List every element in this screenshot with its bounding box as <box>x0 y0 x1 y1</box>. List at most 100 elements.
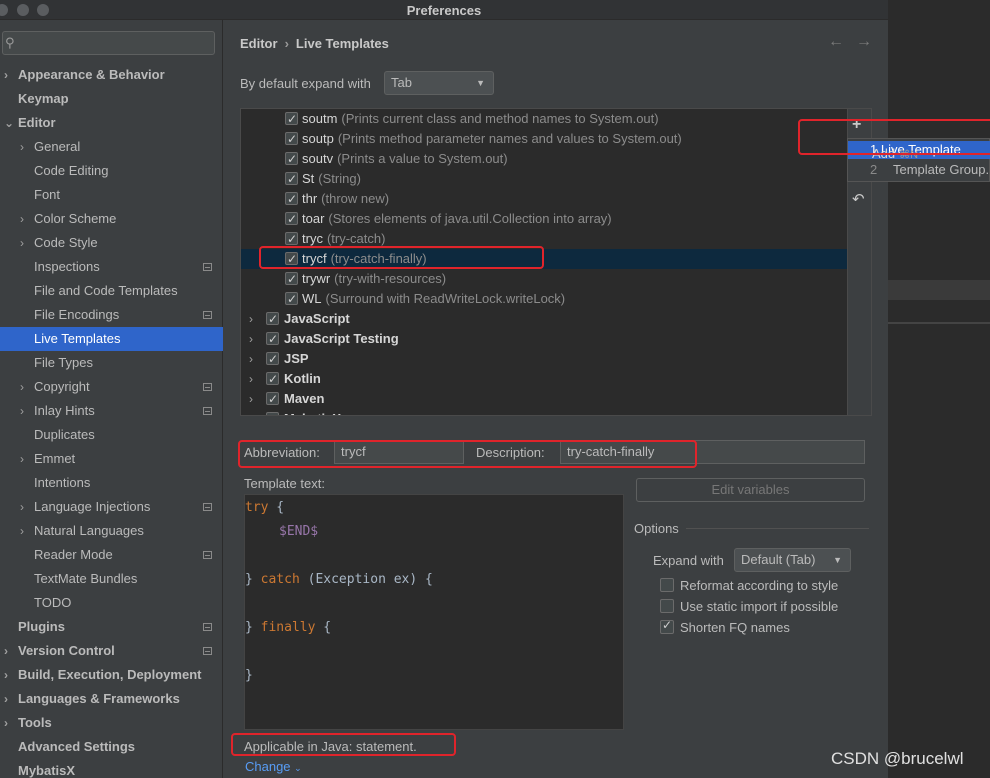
restore-defaults-icon[interactable]: ↶ <box>852 190 865 208</box>
sidebar-item[interactable]: › Copyright <box>0 375 223 399</box>
sidebar-item[interactable]: Live Templates <box>0 327 223 351</box>
sidebar-item[interactable]: File Types <box>0 351 223 375</box>
template-group-row[interactable]: › MybatisX <box>241 409 848 415</box>
template-checkbox[interactable] <box>285 269 298 289</box>
template-group-row[interactable]: › JavaScript <box>241 309 848 329</box>
template-checkbox[interactable] <box>285 209 298 229</box>
shorten-fq-checkbox[interactable] <box>660 618 674 634</box>
sidebar-item[interactable]: TODO <box>0 591 223 615</box>
template-checkbox[interactable] <box>266 349 279 369</box>
sidebar-item[interactable]: MybatisX <box>0 759 223 778</box>
chevron-right-icon[interactable]: › <box>20 135 24 159</box>
chevron-right-icon[interactable]: › <box>20 495 24 519</box>
sidebar-item[interactable]: ⌄ Editor <box>0 111 223 135</box>
template-group-row[interactable]: › Kotlin <box>241 369 848 389</box>
sidebar-item[interactable]: › Color Scheme <box>0 207 223 231</box>
chevron-right-icon[interactable]: › <box>249 389 253 409</box>
sidebar-item[interactable]: › Language Injections <box>0 495 223 519</box>
template-checkbox[interactable] <box>285 169 298 189</box>
sidebar-item[interactable]: Keymap <box>0 87 223 111</box>
sidebar-item[interactable]: File and Code Templates <box>0 279 223 303</box>
project-scope-icon <box>203 311 212 319</box>
sidebar-item[interactable]: Font <box>0 183 223 207</box>
template-group-row[interactable]: › JSP <box>241 349 848 369</box>
template-description: (try-with-resources) <box>334 271 447 286</box>
sidebar-item[interactable]: › Tools <box>0 711 223 735</box>
template-row[interactable]: soutm(Prints current class and method na… <box>241 109 848 129</box>
chevron-right-icon[interactable]: › <box>4 639 8 663</box>
template-row[interactable]: soutv(Prints a value to System.out) <box>241 149 848 169</box>
chevron-right-icon[interactable]: › <box>249 349 253 369</box>
chevron-right-icon[interactable]: › <box>20 207 24 231</box>
sidebar-item[interactable]: Plugins <box>0 615 223 639</box>
template-checkbox[interactable] <box>285 289 298 309</box>
sidebar-item[interactable]: Duplicates <box>0 423 223 447</box>
chevron-right-icon[interactable]: › <box>4 63 8 87</box>
template-checkbox[interactable] <box>266 389 279 409</box>
chevron-right-icon[interactable]: › <box>249 329 253 349</box>
project-scope-icon <box>203 503 212 511</box>
edit-variables-button[interactable]: Edit variables <box>636 478 865 502</box>
nav-back-forward[interactable]: ←→ <box>828 33 884 51</box>
template-row[interactable]: toar(Stores elements of java.util.Collec… <box>241 209 848 229</box>
sidebar-item[interactable]: › Emmet <box>0 447 223 471</box>
chevron-right-icon[interactable]: › <box>20 519 24 543</box>
template-row[interactable]: St(String) <box>241 169 848 189</box>
template-description: (Surround with ReadWriteLock.writeLock) <box>325 291 566 306</box>
template-group-row[interactable]: › JavaScript Testing <box>241 329 848 349</box>
chevron-right-icon[interactable]: › <box>20 399 24 423</box>
template-checkbox[interactable] <box>266 369 279 389</box>
template-name: soutv (Prints a value to System.out) <box>302 149 508 169</box>
sidebar-item-label: Inspections <box>34 259 100 274</box>
template-checkbox[interactable] <box>285 189 298 209</box>
chevron-down-icon[interactable]: ⌄ <box>4 111 14 135</box>
chevron-right-icon[interactable]: › <box>20 231 24 255</box>
template-checkbox[interactable] <box>285 129 298 149</box>
sidebar-item[interactable]: Advanced Settings <box>0 735 223 759</box>
chevron-right-icon[interactable]: › <box>20 447 24 471</box>
sidebar-item[interactable]: › Build, Execution, Deployment <box>0 663 223 687</box>
template-row[interactable]: thr(throw new) <box>241 189 848 209</box>
sidebar-item[interactable]: Reader Mode <box>0 543 223 567</box>
sidebar-item[interactable]: Intentions <box>0 471 223 495</box>
template-checkbox[interactable] <box>285 109 298 129</box>
template-group-row[interactable]: › Maven <box>241 389 848 409</box>
chevron-right-icon[interactable]: › <box>249 369 253 389</box>
template-checkbox[interactable] <box>285 229 298 249</box>
template-row[interactable]: soutp(Prints method parameter names and … <box>241 129 848 149</box>
expand-with-select[interactable]: Default (Tab) ▼ <box>734 548 851 572</box>
sidebar-item[interactable]: › Languages & Frameworks <box>0 687 223 711</box>
arrow-left-icon[interactable]: ← <box>828 33 856 50</box>
sidebar-item[interactable]: Code Editing <box>0 159 223 183</box>
change-context-link[interactable]: Change ⌄ <box>245 759 302 774</box>
sidebar-item[interactable]: › General <box>0 135 223 159</box>
template-text-editor[interactable]: try { $END$ } catch (Exception ex) { } f… <box>244 494 624 730</box>
chevron-right-icon[interactable]: › <box>4 663 8 687</box>
template-checkbox[interactable] <box>266 309 279 329</box>
template-checkbox[interactable] <box>266 409 279 415</box>
sidebar-item[interactable]: › Code Style <box>0 231 223 255</box>
sidebar-item[interactable]: File Encodings <box>0 303 223 327</box>
template-checkbox[interactable] <box>285 149 298 169</box>
chevron-right-icon[interactable]: › <box>4 711 8 735</box>
sidebar-item[interactable]: › Natural Languages <box>0 519 223 543</box>
sidebar-item[interactable]: › Version Control <box>0 639 223 663</box>
settings-search-input[interactable]: ⚲ <box>2 31 215 55</box>
static-import-checkbox[interactable] <box>660 599 674 613</box>
template-row[interactable]: WL(Surround with ReadWriteLock.writeLock… <box>241 289 848 309</box>
sidebar-item[interactable]: TextMate Bundles <box>0 567 223 591</box>
chevron-right-icon[interactable]: › <box>249 409 253 415</box>
chevron-right-icon[interactable]: › <box>4 687 8 711</box>
chevron-right-icon[interactable]: › <box>20 375 24 399</box>
template-row[interactable]: trywr(try-with-resources) <box>241 269 848 289</box>
template-checkbox[interactable] <box>266 329 279 349</box>
sidebar-item[interactable]: › Inlay Hints <box>0 399 223 423</box>
menu-item-template-group[interactable]: 2 Template Group... <box>848 161 990 179</box>
sidebar-item[interactable]: Inspections <box>0 255 223 279</box>
template-name: JavaScript <box>284 309 350 329</box>
chevron-right-icon[interactable]: › <box>249 309 253 329</box>
arrow-right-icon[interactable]: → <box>856 33 884 50</box>
reformat-checkbox[interactable] <box>660 578 674 592</box>
sidebar-item[interactable]: › Appearance & Behavior <box>0 63 223 87</box>
expand-default-select[interactable]: Tab ▼ <box>384 71 494 95</box>
